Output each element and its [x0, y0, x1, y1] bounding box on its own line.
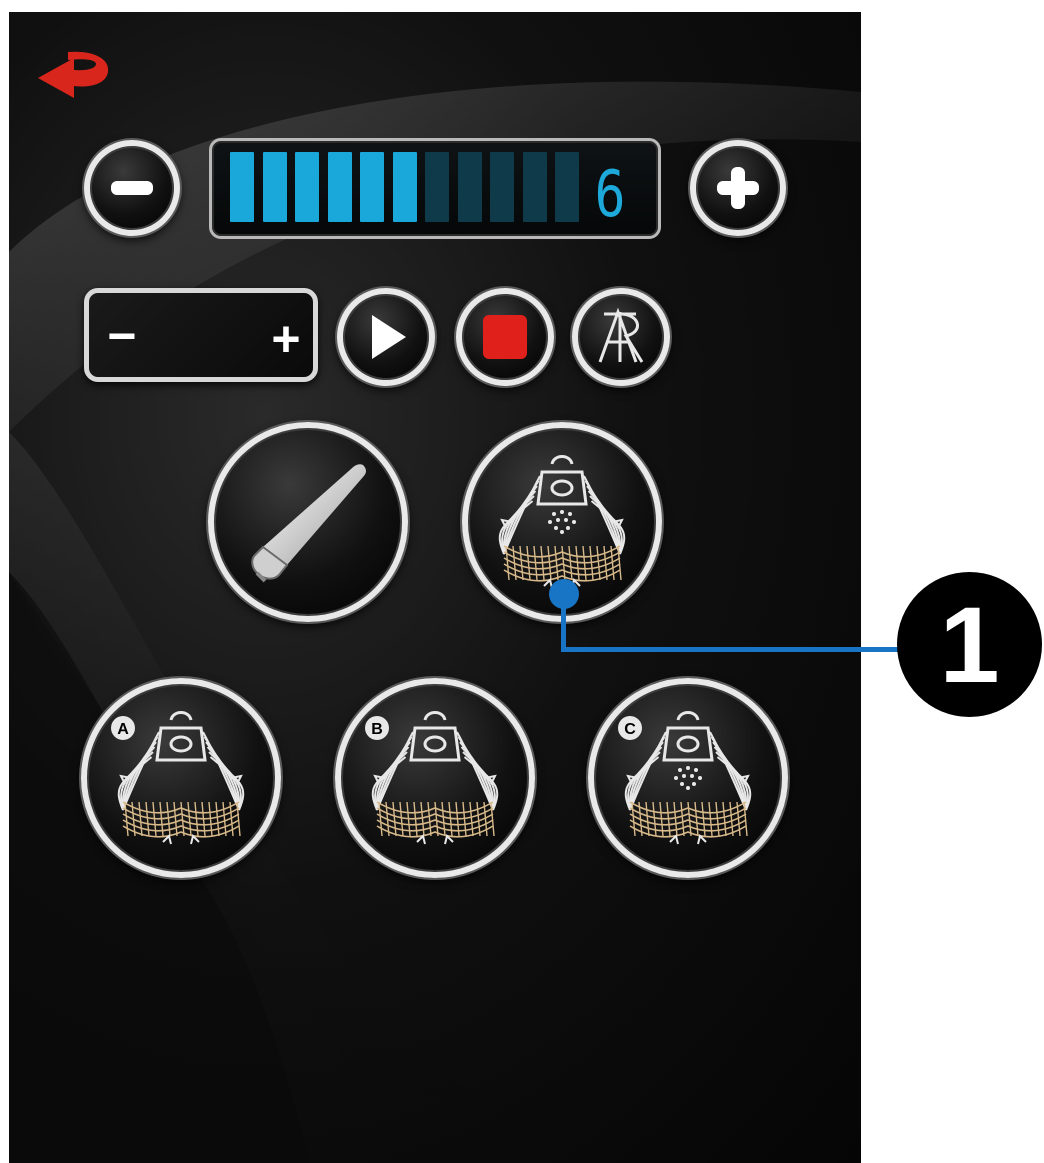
lift-mesh-icon	[498, 455, 626, 589]
play-button[interactable]	[337, 288, 435, 386]
plus-circle-icon	[717, 167, 759, 209]
lift-mesh-mode-b-button[interactable]: B	[335, 678, 535, 878]
intensity-bar	[490, 152, 514, 222]
ar-logo-icon	[598, 307, 644, 363]
svg-text:C: C	[624, 721, 636, 738]
time-increase-button[interactable]: +	[261, 311, 311, 367]
svg-text:A: A	[117, 721, 129, 738]
auto-mode-button[interactable]	[572, 288, 670, 386]
intensity-level-number: 6	[594, 158, 626, 232]
stop-icon	[483, 315, 527, 359]
intensity-bar	[327, 152, 352, 222]
intensity-bar	[360, 152, 384, 222]
increase-intensity-button[interactable]	[690, 140, 786, 236]
intensity-bar	[295, 152, 319, 222]
callout-number-badge: 1	[897, 572, 1042, 717]
handpiece-icon	[251, 464, 366, 583]
handpiece-mode-button[interactable]	[208, 422, 408, 622]
lift-mesh-icon: C	[618, 711, 752, 845]
callout-leader-horizontal	[561, 647, 905, 652]
callout-anchor-dot	[549, 579, 579, 609]
minus-circle-icon	[111, 181, 153, 195]
intensity-bar	[425, 152, 449, 222]
intensity-bar	[555, 152, 579, 222]
lift-mesh-icon: B	[365, 711, 499, 845]
intensity-bar	[457, 152, 482, 222]
intensity-bar	[262, 152, 287, 222]
decrease-intensity-button[interactable]	[84, 140, 180, 236]
svg-text:B: B	[371, 721, 383, 738]
lift-mesh-icon: A	[111, 711, 245, 845]
intensity-bar	[230, 152, 254, 222]
time-decrease-button[interactable]: −	[97, 311, 147, 361]
stop-button[interactable]	[456, 288, 554, 386]
lift-mesh-mode-a-button[interactable]: A	[81, 678, 281, 878]
intensity-bar	[522, 152, 547, 222]
play-icon	[372, 315, 406, 359]
intensity-bar	[392, 152, 417, 222]
time-adjust-control: − +	[84, 288, 318, 382]
lift-mesh-mode-c-button[interactable]: C	[588, 678, 788, 878]
back-button[interactable]	[30, 46, 116, 102]
back-arrow-icon	[38, 51, 109, 98]
